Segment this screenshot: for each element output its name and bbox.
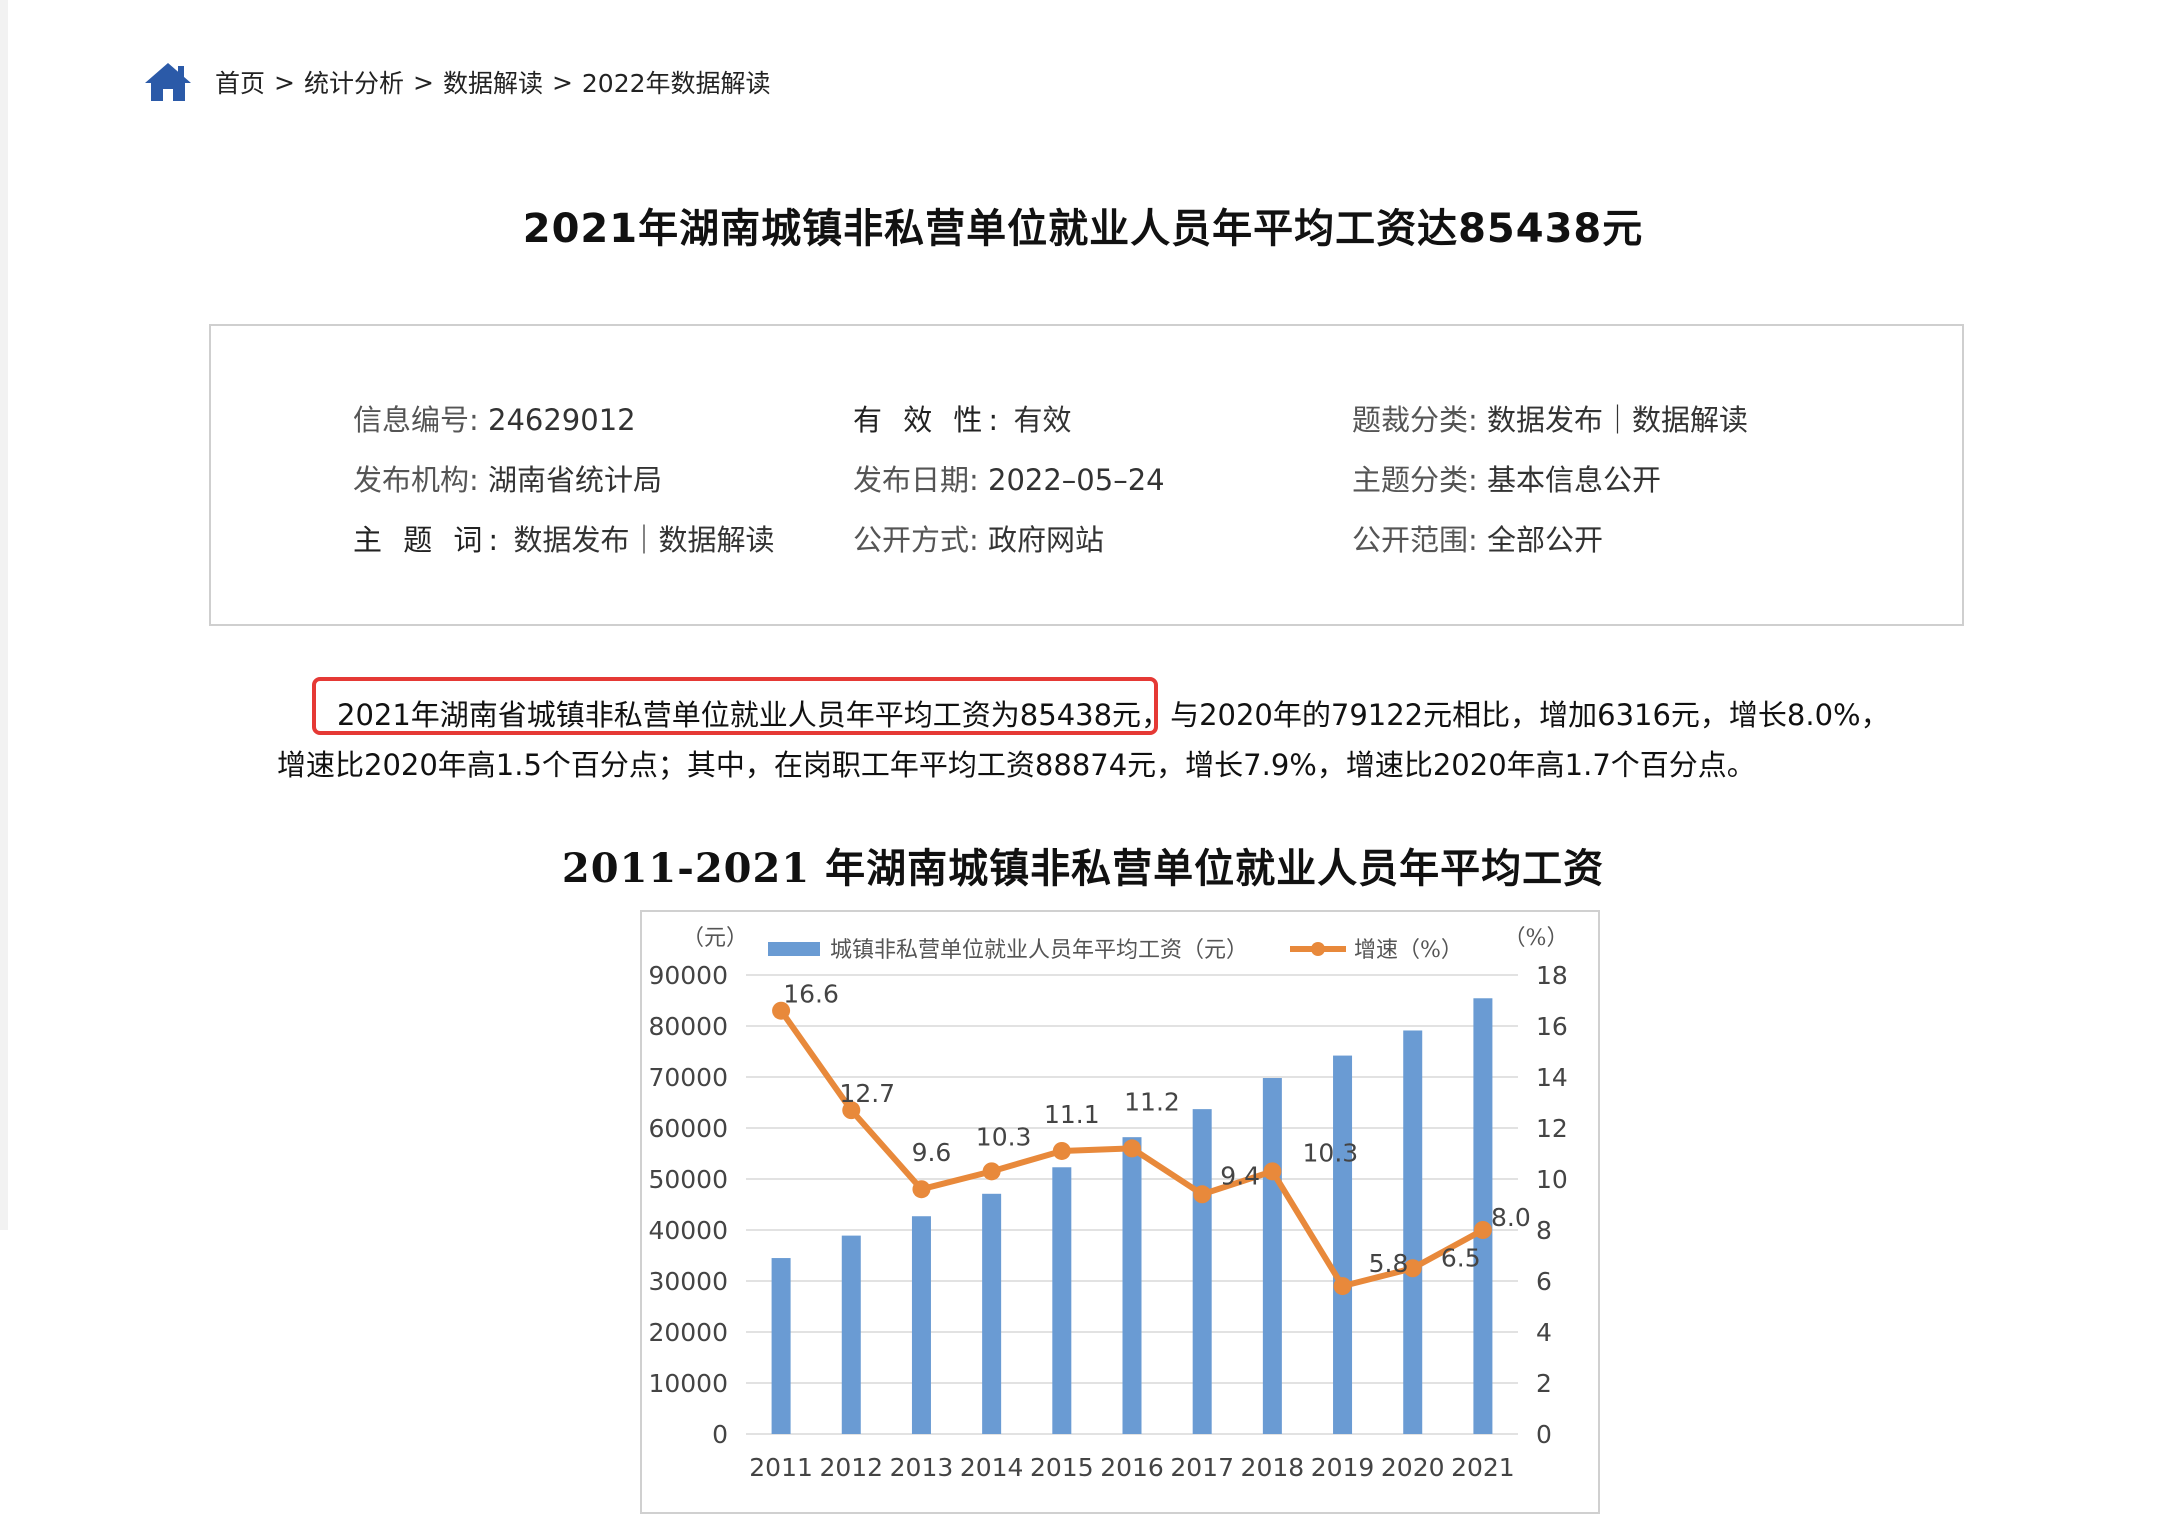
growth-data-label: 8.0 bbox=[1491, 1203, 1531, 1232]
x-tick-label: 2015 bbox=[1030, 1453, 1094, 1482]
y-right-tick-label: 6 bbox=[1536, 1267, 1552, 1296]
wage-chart: 0 10000 20000 30000 40000 50000 60000 70000 8000… bbox=[640, 910, 1600, 1514]
bar bbox=[1122, 1137, 1142, 1434]
growth-point bbox=[1123, 1139, 1141, 1158]
meta-genre: 题裁分类: 数据发布｜数据解读 bbox=[1352, 403, 1749, 437]
x-tick-label: 2020 bbox=[1381, 1453, 1445, 1482]
y-left-tick-label: 90000 bbox=[648, 961, 728, 990]
breadcrumb: 首页 > 统计分析 > 数据解读 > 2022年数据解读 bbox=[143, 60, 771, 104]
meta-validity: 有 效 性: 有效 bbox=[853, 403, 1072, 437]
bar bbox=[1473, 998, 1493, 1434]
meta-row: 信息编号: 24629012 有 效 性: 有效 题裁分类: 数据发布｜数据解读 bbox=[211, 397, 1962, 437]
x-tick-label: 2019 bbox=[1311, 1453, 1375, 1482]
meta-row: 主 题 词: 数据发布｜数据解读 公开方式: 政府网站 公开范围: 全部公开 bbox=[211, 517, 1962, 557]
y-left-tick-label: 60000 bbox=[648, 1114, 728, 1143]
growth-point bbox=[1263, 1162, 1282, 1181]
growth-point bbox=[912, 1180, 931, 1199]
growth-data-label: 10.3 bbox=[976, 1122, 1032, 1151]
breadcrumb-separator: > bbox=[551, 67, 573, 97]
breadcrumb-separator: > bbox=[274, 67, 295, 97]
meta-open-mode: 公开方式: 政府网站 bbox=[853, 523, 1105, 557]
bar bbox=[1192, 1109, 1212, 1434]
red-highlight-box bbox=[312, 677, 1158, 735]
legend-bar-label: 城镇非私营单位就业人员年平均工资（元） bbox=[830, 938, 1248, 963]
body-paragraph-line-2: 增速比2020年高1.5个百分点；其中，在岗职工年平均工资88874元，增长7.… bbox=[277, 748, 1756, 782]
bar bbox=[911, 1216, 931, 1434]
y-left-tick-label: 70000 bbox=[648, 1063, 728, 1092]
growth-point bbox=[1473, 1221, 1492, 1239]
growth-point bbox=[1193, 1185, 1212, 1204]
bar bbox=[1333, 1055, 1353, 1434]
y-left-tick-label: 0 bbox=[712, 1420, 728, 1449]
breadcrumb-home[interactable]: 首页 bbox=[215, 64, 265, 100]
breadcrumb-data-interpretation[interactable]: 数据解读 bbox=[443, 64, 543, 100]
bar bbox=[771, 1258, 791, 1434]
meta-info-number: 信息编号: 24629012 bbox=[353, 403, 636, 437]
meta-row: 发布机构: 湖南省统计局 发布日期: 2022–05–24 主题分类: 基本信息… bbox=[211, 457, 1962, 497]
x-tick-label: 2011 bbox=[749, 1453, 813, 1482]
y-right-tick-label: 16 bbox=[1536, 1012, 1568, 1041]
y-right-unit: （%） bbox=[1504, 926, 1569, 951]
x-tick-label: 2016 bbox=[1100, 1453, 1164, 1482]
breadcrumb-statistics-analysis[interactable]: 统计分析 bbox=[304, 64, 404, 100]
bar bbox=[841, 1235, 861, 1434]
growth-point bbox=[1052, 1141, 1071, 1160]
bar bbox=[1403, 1030, 1423, 1434]
y-right-tick-label: 2 bbox=[1536, 1369, 1552, 1398]
meta-keywords: 主 题 词: 数据发布｜数据解读 bbox=[353, 523, 775, 557]
growth-data-label: 9.4 bbox=[1220, 1161, 1260, 1190]
meta-publish-date: 发布日期: 2022–05–24 bbox=[853, 463, 1165, 497]
y-left-tick-label: 40000 bbox=[648, 1216, 728, 1245]
y-right-tick-label: 12 bbox=[1536, 1114, 1568, 1143]
growth-data-label: 11.2 bbox=[1124, 1087, 1180, 1116]
growth-data-label: 6.5 bbox=[1441, 1243, 1481, 1272]
info-metadata-box: 信息编号: 24629012 有 效 性: 有效 题裁分类: 数据发布｜数据解读… bbox=[209, 324, 1964, 626]
y-left-unit: （元） bbox=[682, 926, 748, 951]
legend-line-label: 增速（%） bbox=[1354, 938, 1463, 963]
home-icon[interactable] bbox=[143, 61, 193, 103]
x-tick-label: 2012 bbox=[819, 1453, 883, 1482]
growth-data-label: 16.6 bbox=[783, 980, 839, 1009]
legend-bar-swatch bbox=[768, 942, 820, 956]
growth-data-label: 12.7 bbox=[839, 1079, 895, 1108]
meta-publisher: 发布机构: 湖南省统计局 bbox=[353, 463, 663, 497]
x-tick-label: 2014 bbox=[960, 1453, 1024, 1482]
bar bbox=[1262, 1078, 1282, 1434]
growth-data-label: 9.6 bbox=[912, 1138, 952, 1167]
y-right-tick-label: 8 bbox=[1536, 1216, 1552, 1245]
chart-title: 2011-2021 年湖南城镇非私营单位就业人员年平均工资 bbox=[561, 845, 1605, 892]
x-tick-label: 2013 bbox=[890, 1453, 954, 1482]
breadcrumb-2022-interpretation[interactable]: 2022年数据解读 bbox=[582, 64, 771, 100]
x-tick-label: 2017 bbox=[1170, 1453, 1234, 1482]
bar bbox=[1052, 1167, 1072, 1434]
meta-topic-class: 主题分类: 基本信息公开 bbox=[1352, 463, 1662, 497]
growth-data-label: 11.1 bbox=[1044, 1100, 1100, 1129]
y-left-tick-label: 50000 bbox=[648, 1165, 728, 1194]
x-tick-label: 2021 bbox=[1451, 1453, 1515, 1482]
breadcrumb-separator: > bbox=[412, 67, 434, 97]
body-text: ，与2020年的79122元相比，增加6316元，增长8.0%， bbox=[1141, 698, 1890, 732]
y-right-tick-label: 10 bbox=[1536, 1165, 1568, 1194]
y-left-tick-label: 10000 bbox=[648, 1369, 728, 1398]
page-title: 2021年湖南城镇非私营单位就业人员年平均工资达85438元 bbox=[522, 206, 1644, 252]
growth-point bbox=[1333, 1277, 1352, 1296]
y-left-tick-label: 30000 bbox=[648, 1267, 728, 1296]
y-right-tick-label: 4 bbox=[1536, 1318, 1552, 1347]
bar bbox=[982, 1193, 1002, 1434]
y-left-tick-label: 80000 bbox=[648, 1012, 728, 1041]
growth-point bbox=[982, 1162, 1001, 1181]
x-tick-label: 2018 bbox=[1241, 1453, 1305, 1482]
page-left-edge bbox=[0, 0, 8, 1230]
meta-open-scope: 公开范围: 全部公开 bbox=[1352, 523, 1604, 557]
legend-line-marker bbox=[1311, 942, 1325, 956]
y-right-tick-label: 0 bbox=[1536, 1420, 1552, 1449]
growth-data-label: 5.8 bbox=[1369, 1249, 1409, 1278]
y-right-tick-label: 18 bbox=[1536, 961, 1568, 990]
growth-data-label: 10.3 bbox=[1303, 1138, 1359, 1167]
y-right-tick-label: 14 bbox=[1536, 1063, 1568, 1092]
y-left-tick-label: 20000 bbox=[648, 1318, 728, 1347]
